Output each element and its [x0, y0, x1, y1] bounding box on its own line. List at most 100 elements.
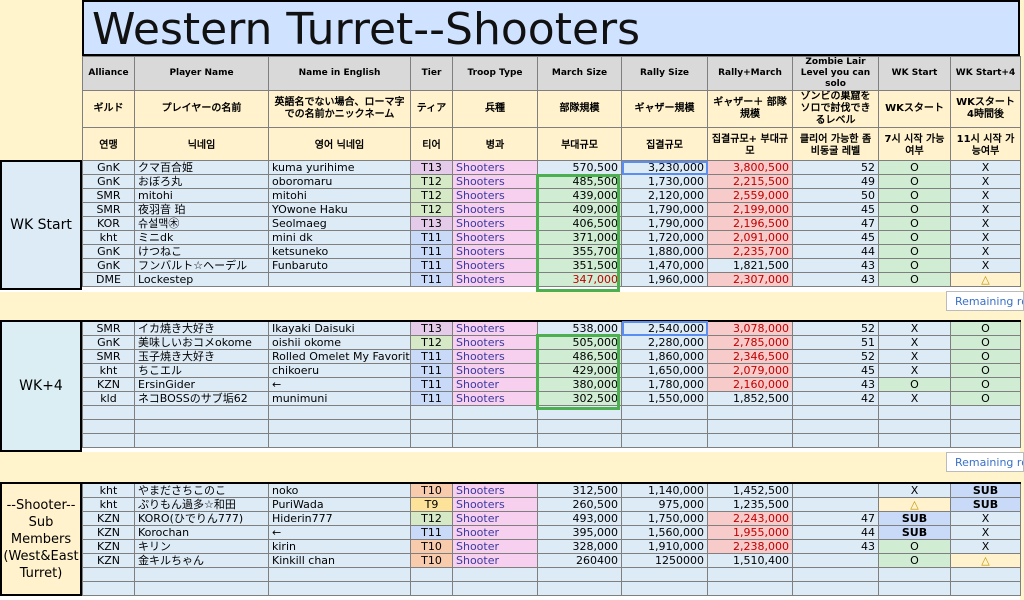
cell-s[interactable]: O: [878, 230, 951, 245]
cell-s4[interactable]: O: [950, 320, 1021, 336]
cell-t[interactable]: T11: [410, 525, 453, 540]
empty-cell[interactable]: [537, 405, 622, 420]
cell-m[interactable]: 486,500: [537, 349, 622, 364]
table-row[interactable]: kld ネコBOSSのサブ垢62 munimuni T11 Shooters 302,50…: [82, 391, 1021, 406]
cell-s[interactable]: X: [878, 482, 951, 498]
column-header[interactable]: WKスタート: [878, 90, 951, 128]
empty-cell[interactable]: [452, 419, 538, 434]
column-header[interactable]: 연맹: [82, 127, 135, 164]
table-row[interactable]: GnK けつねこ ketsuneko T11 Shooters 355,700 1,880,…: [82, 244, 1021, 259]
cell-a[interactable]: kht: [82, 482, 135, 498]
empty-cell[interactable]: [268, 581, 411, 596]
empty-row[interactable]: [82, 419, 1021, 434]
cell-z[interactable]: 47: [792, 216, 879, 231]
cell-tt[interactable]: Shooters: [452, 320, 538, 336]
cell-t[interactable]: T10: [410, 539, 453, 554]
cell-s4[interactable]: X: [950, 511, 1021, 526]
column-header[interactable]: ギャザー＋ 部隊規模: [707, 90, 793, 128]
empty-row[interactable]: [82, 433, 1021, 448]
cell-p[interactable]: Lockestep: [134, 272, 269, 287]
cell-s[interactable]: O: [878, 553, 951, 568]
column-header[interactable]: プレイヤーの名前: [134, 90, 269, 128]
cell-s[interactable]: O: [878, 539, 951, 554]
cell-rm[interactable]: 2,785,000: [707, 335, 793, 350]
column-header[interactable]: 部隊規模: [537, 90, 622, 128]
cell-s4[interactable]: SUB: [950, 482, 1021, 498]
cell-a[interactable]: GnK: [82, 160, 135, 175]
cell-s[interactable]: O: [878, 174, 951, 189]
cell-t[interactable]: T13: [410, 216, 453, 231]
empty-cell[interactable]: [707, 405, 793, 420]
cell-a[interactable]: kht: [82, 497, 135, 512]
cell-r[interactable]: 1,560,000: [621, 525, 708, 540]
cell-z[interactable]: 43: [792, 377, 879, 392]
column-header[interactable]: Zombie Lair Level you can solo: [792, 56, 879, 91]
cell-s4[interactable]: X: [950, 160, 1021, 175]
cell-p[interactable]: ErsinGider: [134, 377, 269, 392]
table-row[interactable]: KZN Korochan ← T11 Shooter 395,000 1,560,000 1,…: [82, 525, 1021, 540]
empty-cell[interactable]: [537, 433, 622, 448]
column-header[interactable]: 영어 닉네임: [268, 127, 411, 164]
cell-s[interactable]: SUB: [878, 511, 951, 526]
empty-cell[interactable]: [134, 433, 269, 448]
column-header[interactable]: WK Start: [878, 56, 951, 91]
cell-e[interactable]: kirin: [268, 539, 411, 554]
empty-cell[interactable]: [82, 419, 135, 434]
cell-tt[interactable]: Shooters: [452, 188, 538, 203]
empty-cell[interactable]: [410, 405, 453, 420]
cell-e[interactable]: Seolmaeg: [268, 216, 411, 231]
empty-cell[interactable]: [410, 567, 453, 582]
column-header[interactable]: ティア: [410, 90, 453, 128]
empty-cell[interactable]: [268, 405, 411, 420]
cell-s4[interactable]: X: [950, 258, 1021, 273]
empty-cell[interactable]: [621, 433, 708, 448]
table-row[interactable]: KZN 金キルちゃん Kinkill chan T10 Shooter 260400 125…: [82, 553, 1021, 568]
column-header[interactable]: 클리어 가능한 좀비동굴 레벨: [792, 127, 879, 164]
cell-e[interactable]: Ikayaki Daisuki: [268, 320, 411, 336]
cell-s[interactable]: X: [878, 349, 951, 364]
cell-r[interactable]: 1,650,000: [621, 363, 708, 378]
column-header[interactable]: Tier: [410, 56, 453, 91]
cell-rm[interactable]: 1,852,500: [707, 391, 793, 406]
cell-m[interactable]: 429,000: [537, 363, 622, 378]
table-row[interactable]: DME Lockestep T11 Shooters 347,000 1,960,000 2…: [82, 272, 1021, 287]
cell-s4[interactable]: SUB: [950, 497, 1021, 512]
empty-cell[interactable]: [268, 419, 411, 434]
cell-tt[interactable]: Shooter: [452, 525, 538, 540]
cell-m[interactable]: 505,000: [537, 335, 622, 350]
cell-rm[interactable]: 1,510,400: [707, 553, 793, 568]
empty-cell[interactable]: [452, 567, 538, 582]
cell-rm[interactable]: 1,955,000: [707, 525, 793, 540]
empty-cell[interactable]: [950, 567, 1021, 582]
cell-tt[interactable]: Shooters: [452, 202, 538, 217]
cell-t[interactable]: T11: [410, 363, 453, 378]
cell-z[interactable]: 52: [792, 349, 879, 364]
column-header[interactable]: 티어: [410, 127, 453, 164]
cell-z[interactable]: 51: [792, 335, 879, 350]
cell-r[interactable]: 1,780,000: [621, 377, 708, 392]
cell-m[interactable]: 302,500: [537, 391, 622, 406]
cell-e[interactable]: mini dk: [268, 230, 411, 245]
cell-z[interactable]: 45: [792, 202, 879, 217]
cell-s[interactable]: O: [878, 377, 951, 392]
cell-s4[interactable]: X: [950, 244, 1021, 259]
cell-s4[interactable]: X: [950, 202, 1021, 217]
column-header[interactable]: March Size: [537, 56, 622, 91]
cell-t[interactable]: T10: [410, 482, 453, 498]
cell-e[interactable]: YOwone Haku: [268, 202, 411, 217]
column-header[interactable]: 닉네임: [134, 127, 269, 164]
cell-z[interactable]: 43: [792, 272, 879, 287]
empty-cell[interactable]: [621, 419, 708, 434]
cell-t[interactable]: T12: [410, 174, 453, 189]
cell-m[interactable]: 347,000: [537, 272, 622, 287]
cell-e[interactable]: munimuni: [268, 391, 411, 406]
empty-cell[interactable]: [621, 581, 708, 596]
cell-e[interactable]: oishii okome: [268, 335, 411, 350]
cell-r[interactable]: 1,910,000: [621, 539, 708, 554]
cell-e[interactable]: Kinkill chan: [268, 553, 411, 568]
table-row[interactable]: GnK おぼろ丸 oboromaru T12 Shooters 485,500 1,730,…: [82, 174, 1021, 189]
cell-s4[interactable]: O: [950, 391, 1021, 406]
cell-p[interactable]: Korochan: [134, 525, 269, 540]
cell-t[interactable]: T12: [410, 202, 453, 217]
cell-tt[interactable]: Shooters: [452, 272, 538, 287]
